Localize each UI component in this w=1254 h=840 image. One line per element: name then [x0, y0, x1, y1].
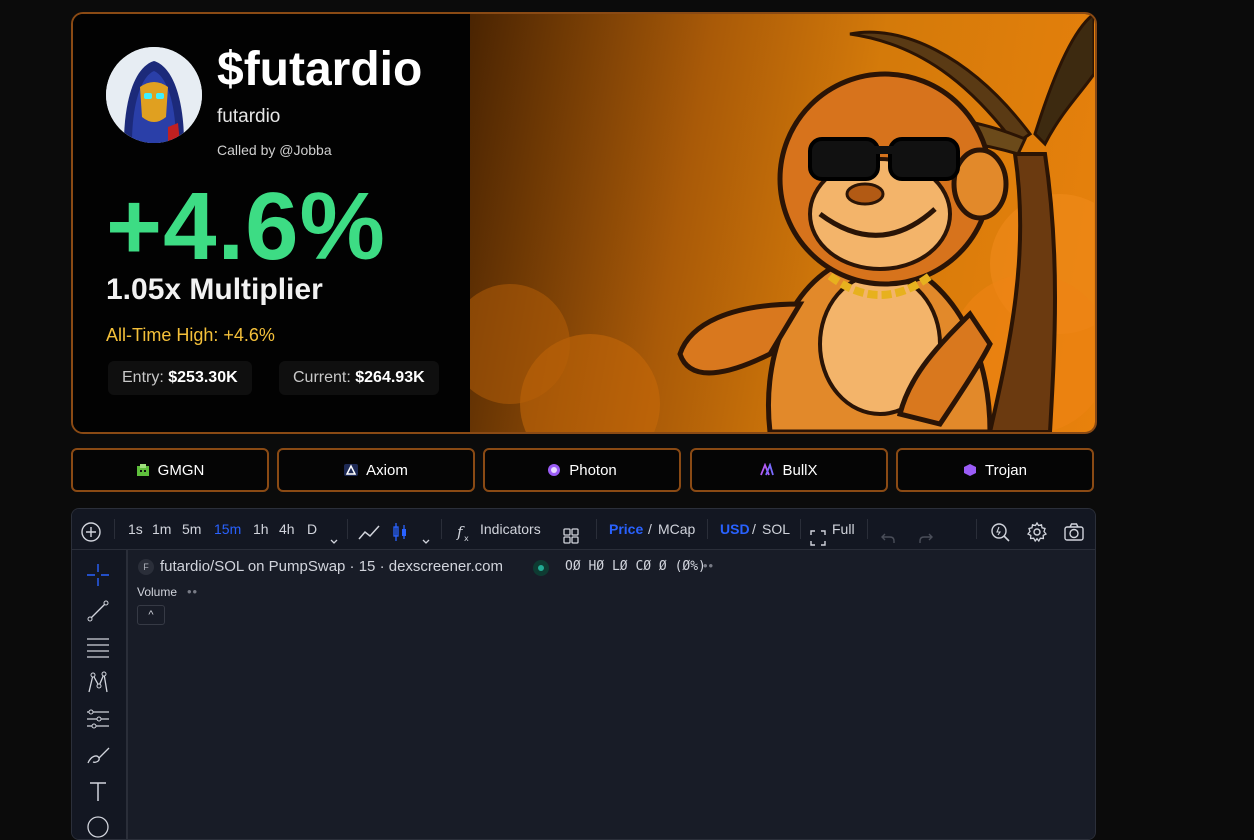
add-symbol-icon[interactable]: [80, 518, 102, 542]
collapse-legend-button[interactable]: ^: [137, 605, 165, 625]
interval-5m[interactable]: 5m: [182, 509, 201, 549]
volume-more-icon[interactable]: ••: [187, 584, 198, 599]
price-mcap-separator: /: [648, 521, 652, 537]
trojan-icon: [963, 463, 977, 477]
brush-icon[interactable]: [85, 742, 111, 768]
fullscreen-button[interactable]: Full: [832, 509, 855, 549]
interval-4h[interactable]: 4h: [279, 509, 295, 549]
fullscreen-icon[interactable]: [810, 521, 826, 546]
current-stat: Current: $264.93K: [279, 361, 439, 395]
chart-legend-title[interactable]: futardio/SOL on PumpSwap · 15 · dexscree…: [160, 558, 503, 575]
usd-sol-separator: /: [752, 521, 756, 537]
chart-pane[interactable]: F futardio/SOL on PumpSwap · 15 · dexscr…: [128, 550, 1095, 839]
emoji-icon[interactable]: [85, 814, 111, 839]
interval-1m[interactable]: 1m: [152, 509, 171, 549]
current-label: Current:: [293, 369, 351, 386]
entry-stat: Entry: $253.30K: [108, 361, 252, 395]
entry-value: $253.30K: [168, 369, 238, 386]
gmgn-button[interactable]: GMGN: [71, 448, 269, 492]
photon-label: Photon: [569, 461, 617, 479]
photon-icon: [547, 463, 561, 477]
bullx-button[interactable]: BullX: [690, 448, 888, 492]
candles-icon[interactable]: [392, 518, 408, 541]
chart-widget: 1s 1m 5m 15m 1h 4h D fx Indicators Price…: [71, 508, 1096, 840]
prediction-icon[interactable]: [85, 706, 111, 732]
chart-type-dropdown-icon[interactable]: [420, 523, 432, 544]
token-avatar: [106, 47, 202, 143]
ohlc-values: OØ HØ LØ CØ Ø (Ø%): [565, 559, 706, 574]
axiom-label: Axiom: [366, 461, 408, 479]
gmgn-icon: [136, 463, 150, 477]
templates-icon[interactable]: [562, 520, 580, 544]
caller-label: Called by @Jobba: [217, 142, 332, 158]
interval-1s[interactable]: 1s: [128, 509, 143, 549]
bullx-label: BullX: [782, 461, 818, 479]
interval-dropdown-icon[interactable]: [328, 523, 340, 544]
all-time-high-label: All-Time High: +4.6%: [106, 325, 275, 345]
indicators-icon[interactable]: fx: [456, 519, 472, 543]
sol-toggle[interactable]: SOL: [762, 509, 790, 549]
price-toggle[interactable]: Price: [609, 509, 643, 549]
settings-gear-icon[interactable]: [1026, 518, 1048, 543]
text-tool-icon[interactable]: [85, 778, 111, 804]
bullx-icon: [760, 462, 775, 477]
token-name: futardio: [217, 106, 281, 127]
gmgn-label: GMGN: [157, 461, 205, 479]
call-card-info: $futardio futardio Called by @Jobba +4.6…: [73, 14, 470, 432]
chart-toolbar: 1s 1m 5m 15m 1h 4h D fx Indicators Price…: [72, 509, 1095, 550]
svg-text:x: x: [464, 534, 469, 543]
current-value: $264.93K: [355, 369, 425, 386]
quick-search-icon[interactable]: [989, 518, 1011, 542]
market-status-icon: [533, 560, 549, 576]
photon-button[interactable]: Photon: [483, 448, 681, 492]
percent-change: +4.6%: [106, 173, 386, 280]
pattern-icon[interactable]: [85, 670, 111, 696]
trojan-label: Trojan: [985, 461, 1027, 479]
axiom-button[interactable]: Axiom: [277, 448, 475, 492]
token-ticker: $futardio: [217, 43, 423, 96]
interval-d[interactable]: D: [307, 509, 317, 549]
call-card: $futardio futardio Called by @Jobba +4.6…: [71, 12, 1097, 434]
trend-line-icon[interactable]: [85, 598, 111, 624]
multiplier-label: 1.05x Multiplier: [106, 273, 323, 306]
interval-15m[interactable]: 15m: [214, 509, 241, 549]
camera-icon[interactable]: [1063, 518, 1085, 541]
line-chart-icon[interactable]: [357, 519, 381, 541]
usd-toggle[interactable]: USD: [720, 509, 750, 549]
undo-icon[interactable]: [880, 521, 896, 543]
indicators-button[interactable]: Indicators: [480, 509, 541, 549]
platform-buttons: GMGN Axiom Photon BullX Trojan: [71, 448, 1095, 492]
symbol-badge: F: [138, 559, 154, 575]
mascot-illustration: [470, 14, 1095, 432]
drawing-toolbar: [72, 550, 128, 839]
crosshair-icon[interactable]: [85, 562, 111, 588]
axiom-icon: [344, 463, 359, 477]
legend-more-icon[interactable]: ••: [703, 558, 714, 573]
redo-icon[interactable]: [918, 521, 934, 543]
volume-label[interactable]: Volume: [137, 585, 177, 599]
trojan-button[interactable]: Trojan: [896, 448, 1094, 492]
interval-1h[interactable]: 1h: [253, 509, 269, 549]
mcap-toggle[interactable]: MCap: [658, 509, 695, 549]
entry-label: Entry:: [122, 369, 164, 386]
fib-retracement-icon[interactable]: [85, 634, 111, 660]
